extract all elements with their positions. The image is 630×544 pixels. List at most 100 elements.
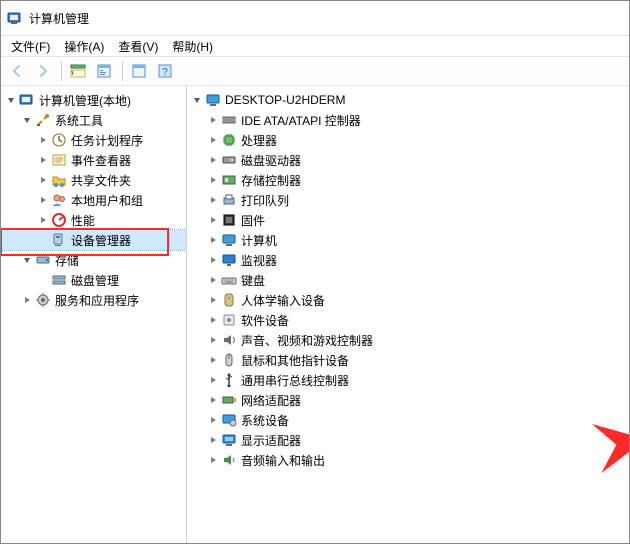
node-label: 服务和应用程序 (55, 292, 145, 309)
node-label: 网络适配器 (241, 392, 307, 409)
tree-node-task-scheduler-icon[interactable]: 任务计划程序 (1, 130, 186, 150)
svg-text:?: ? (162, 67, 168, 78)
expander-icon[interactable] (207, 174, 219, 186)
device-node-cpu-icon[interactable]: 处理器 (187, 130, 629, 150)
toolbar-separator-2 (122, 61, 123, 81)
nav-forward-button[interactable] (31, 59, 55, 83)
expander-icon[interactable] (207, 254, 219, 266)
expander-icon[interactable] (207, 454, 219, 466)
refresh-button[interactable] (127, 59, 151, 83)
expander-icon[interactable] (207, 274, 219, 286)
expander-icon[interactable] (207, 194, 219, 206)
device-node-print-queue-icon[interactable]: 打印队列 (187, 190, 629, 210)
device-node-audio-icon[interactable]: 声音、视频和游戏控制器 (187, 330, 629, 350)
device-node-keyboard-icon[interactable]: 键盘 (187, 270, 629, 290)
usb-icon (221, 372, 237, 388)
device-node-computer-icon[interactable]: DESKTOP-U2HDERM (187, 90, 629, 110)
device-node-storage-controller-icon[interactable]: 存储控制器 (187, 170, 629, 190)
tools-icon (35, 112, 51, 128)
device-node-usb-icon[interactable]: 通用串行总线控制器 (187, 370, 629, 390)
node-label: 存储控制器 (241, 172, 307, 189)
expander-icon[interactable] (207, 354, 219, 366)
expander-icon[interactable] (207, 214, 219, 226)
node-label: 设备管理器 (71, 232, 137, 249)
properties-button[interactable] (92, 59, 116, 83)
node-label: 鼠标和其他指针设备 (241, 352, 355, 369)
expander-icon[interactable] (207, 334, 219, 346)
menu-action[interactable]: 操作(A) (58, 36, 110, 57)
expander-icon[interactable] (37, 194, 49, 206)
node-label: 监视器 (241, 252, 283, 269)
menu-file[interactable]: 文件(F) (5, 36, 56, 57)
help-button[interactable]: ? (153, 59, 177, 83)
app-icon (7, 10, 23, 26)
keyboard-icon (221, 272, 237, 288)
tree-node-event-viewer-icon[interactable]: 事件查看器 (1, 150, 186, 170)
expander-icon[interactable] (37, 154, 49, 166)
expander-icon[interactable] (207, 154, 219, 166)
tree-node-services-apps-icon[interactable]: 服务和应用程序 (1, 290, 186, 310)
show-hide-tree-button[interactable] (66, 59, 90, 83)
monitor-icon (221, 252, 237, 268)
device-node-ide-controller-icon[interactable]: IDE ATA/ATAPI 控制器 (187, 110, 629, 130)
menu-view[interactable]: 查看(V) (112, 36, 164, 57)
node-label: 声音、视频和游戏控制器 (241, 332, 379, 349)
node-label: 计算机 (241, 232, 283, 249)
expander-icon[interactable] (207, 294, 219, 306)
computer-icon (205, 92, 221, 108)
disk-drive-icon (221, 152, 237, 168)
expander-icon[interactable] (207, 234, 219, 246)
ide-controller-icon (221, 112, 237, 128)
titlebar: 计算机管理 (1, 1, 629, 36)
device-node-software-device-icon[interactable]: 软件设备 (187, 310, 629, 330)
expander-icon[interactable] (207, 314, 219, 326)
tree-node-local-users-icon[interactable]: 本地用户和组 (1, 190, 186, 210)
device-node-computer-icon[interactable]: 计算机 (187, 230, 629, 250)
device-node-audio-io-icon[interactable]: 音频输入和输出 (187, 450, 629, 470)
performance-icon (51, 212, 67, 228)
node-label: 磁盘驱动器 (241, 152, 307, 169)
tree-node-device-manager-icon[interactable]: 设备管理器 (1, 230, 186, 250)
print-queue-icon (221, 192, 237, 208)
tree-node-storage-icon[interactable]: 存储 (1, 250, 186, 270)
expander-icon[interactable] (5, 94, 17, 106)
expander-icon[interactable] (207, 374, 219, 386)
tree-node-tools-icon[interactable]: 系统工具 (1, 110, 186, 130)
device-node-system-device-icon[interactable]: 系统设备 (187, 410, 629, 430)
device-node-disk-drive-icon[interactable]: 磁盘驱动器 (187, 150, 629, 170)
node-label: 固件 (241, 212, 271, 229)
nav-back-button[interactable] (5, 59, 29, 83)
task-scheduler-icon (51, 132, 67, 148)
network-adapter-icon (221, 392, 237, 408)
tree-node-computer-mgmt-icon[interactable]: 计算机管理(本地) (1, 90, 186, 110)
node-label: 系统工具 (55, 112, 109, 129)
event-viewer-icon (51, 152, 67, 168)
device-node-hid-icon[interactable]: 人体学输入设备 (187, 290, 629, 310)
storage-icon (35, 252, 51, 268)
left-tree-pane[interactable]: 计算机管理(本地) 系统工具任务计划程序事件查看器共享文件夹本地用户和组性能设备管… (1, 86, 187, 543)
tree-node-shared-folders-icon[interactable]: 共享文件夹 (1, 170, 186, 190)
expander-icon[interactable] (37, 174, 49, 186)
expander-icon[interactable] (37, 134, 49, 146)
tree-node-performance-icon[interactable]: 性能 (1, 210, 186, 230)
expander-icon[interactable] (37, 214, 49, 226)
expander-icon[interactable] (207, 414, 219, 426)
toolbar: ? (1, 56, 629, 86)
node-label: 软件设备 (241, 312, 295, 329)
device-node-mouse-icon[interactable]: 鼠标和其他指针设备 (187, 350, 629, 370)
expander-icon[interactable] (207, 114, 219, 126)
expander-icon[interactable] (207, 394, 219, 406)
expander-icon[interactable] (207, 434, 219, 446)
device-node-monitor-icon[interactable]: 监视器 (187, 250, 629, 270)
menu-help[interactable]: 帮助(H) (166, 36, 219, 57)
device-node-display-adapter-icon[interactable]: 显示适配器 (187, 430, 629, 450)
expander-icon[interactable] (21, 254, 33, 266)
expander-icon[interactable] (21, 294, 33, 306)
expander-icon[interactable] (191, 94, 203, 106)
device-node-network-adapter-icon[interactable]: 网络适配器 (187, 390, 629, 410)
expander-icon[interactable] (21, 114, 33, 126)
tree-node-disk-mgmt-icon[interactable]: 磁盘管理 (1, 270, 186, 290)
expander-icon[interactable] (207, 134, 219, 146)
device-node-firmware-icon[interactable]: 固件 (187, 210, 629, 230)
right-tree-pane[interactable]: DESKTOP-U2HDERMIDE ATA/ATAPI 控制器处理器磁盘驱动器… (187, 86, 629, 543)
